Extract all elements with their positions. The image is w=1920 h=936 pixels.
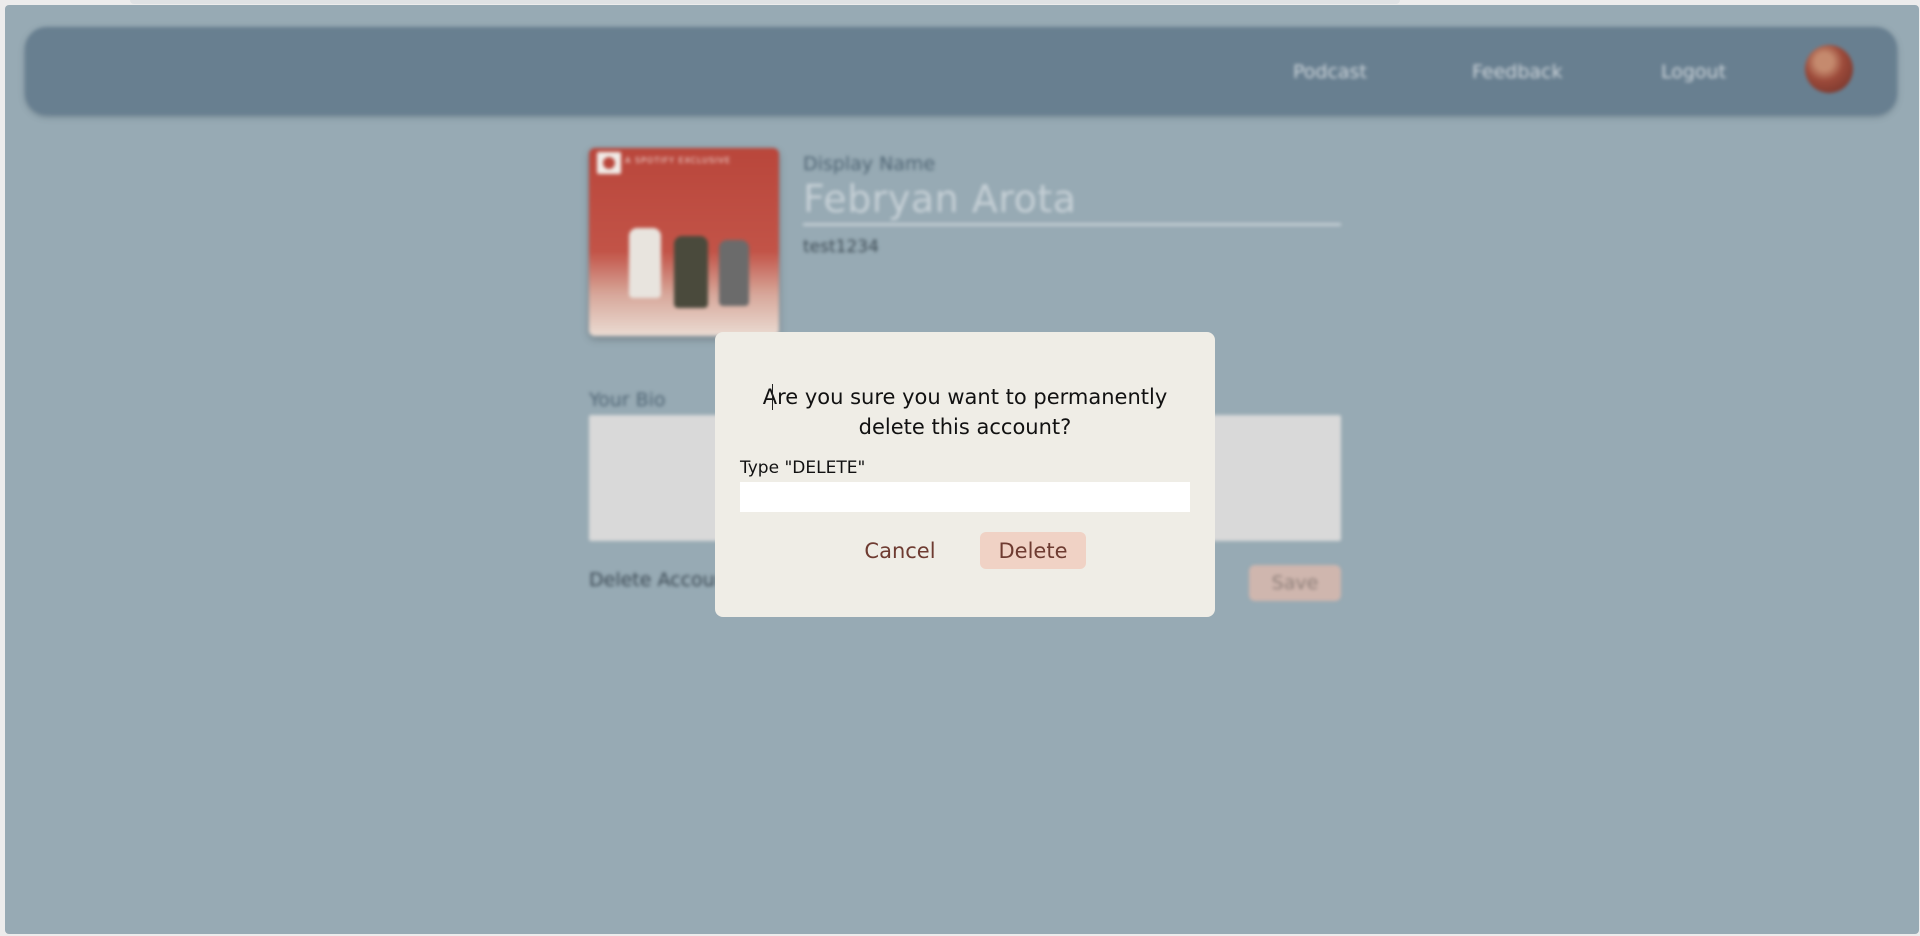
user-avatar[interactable] bbox=[1805, 45, 1853, 93]
username-text: test1234 bbox=[803, 237, 879, 257]
text-cursor bbox=[772, 384, 773, 410]
confirm-input-label: Type "DELETE" bbox=[740, 458, 866, 478]
nav-link-logout[interactable]: Logout bbox=[1661, 61, 1726, 83]
profile-cover-image[interactable]: A SPOTIFY EXCLUSIVE bbox=[589, 148, 779, 336]
cover-banner-text: A SPOTIFY EXCLUSIVE bbox=[625, 156, 731, 165]
top-navbar: Podcast Feedback Logout bbox=[25, 27, 1897, 115]
app-window: Podcast Feedback Logout A SPOTIFY EXCLUS… bbox=[5, 5, 1919, 934]
person-figure-1 bbox=[629, 228, 661, 298]
dialog-title: Are you sure you want to permanently del… bbox=[762, 385, 1168, 439]
cancel-button[interactable]: Cancel bbox=[845, 532, 955, 570]
delete-button[interactable]: Delete bbox=[980, 532, 1086, 569]
bio-label: Your Bio bbox=[589, 389, 666, 411]
delete-confirm-dialog: Are you sure you want to permanently del… bbox=[715, 332, 1215, 617]
confirm-delete-input[interactable] bbox=[740, 482, 1190, 512]
nav-link-feedback[interactable]: Feedback bbox=[1472, 61, 1562, 83]
display-name-underline bbox=[803, 223, 1341, 226]
display-name-label: Display Name bbox=[803, 153, 936, 175]
person-figure-2 bbox=[674, 236, 708, 308]
nav-link-podcast[interactable]: Podcast bbox=[1293, 61, 1367, 83]
browser-top-edge bbox=[130, 0, 1400, 4]
save-button[interactable]: Save bbox=[1249, 565, 1341, 601]
display-name-field[interactable]: Febryan Arota bbox=[803, 177, 1077, 221]
person-figure-3 bbox=[719, 240, 749, 306]
delete-account-link[interactable]: Delete Account bbox=[589, 569, 734, 591]
spotify-badge-icon bbox=[597, 152, 621, 174]
